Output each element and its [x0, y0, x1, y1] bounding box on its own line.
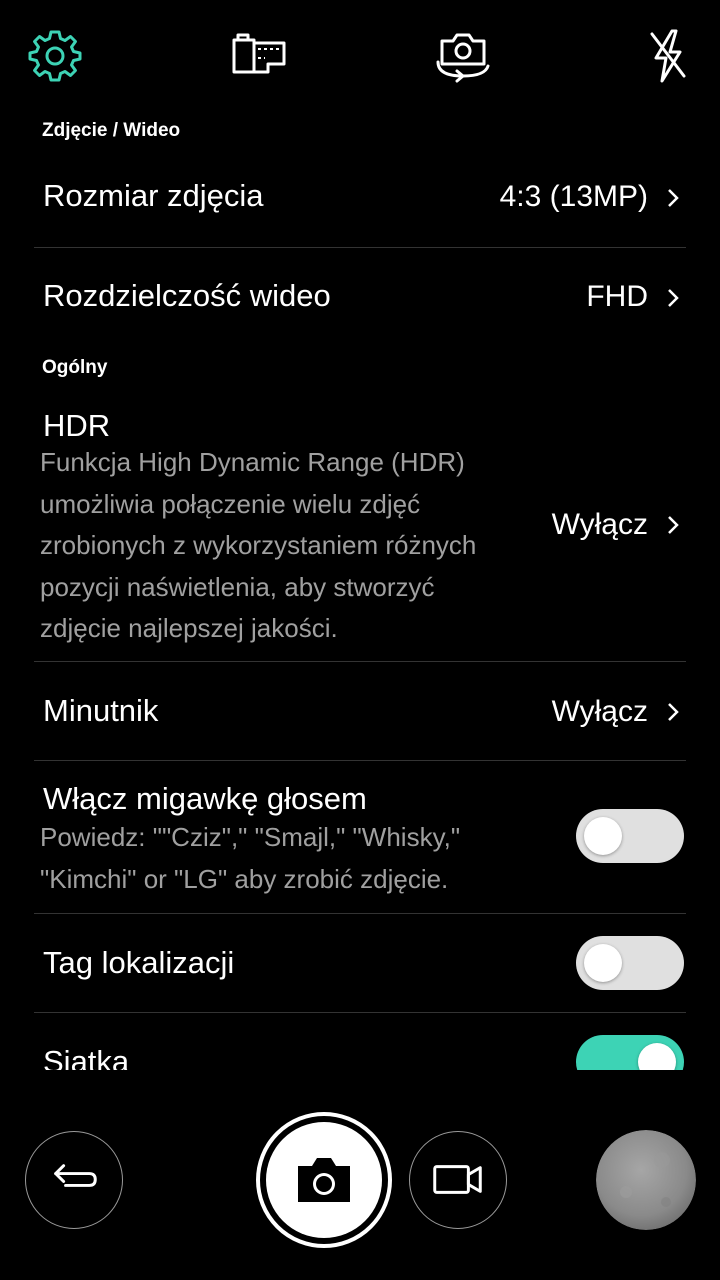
setting-title: HDR — [43, 408, 111, 443]
toggle-knob — [584, 817, 622, 855]
back-icon — [54, 1164, 97, 1187]
setting-value: FHD — [586, 280, 648, 313]
back-button[interactable] — [25, 1131, 123, 1229]
setting-location-tag[interactable]: Tag lokalizacji — [34, 914, 686, 1013]
bottom-controls — [0, 1070, 720, 1280]
video-record-button[interactable] — [409, 1131, 507, 1229]
grid-toggle[interactable] — [576, 1035, 684, 1070]
location-tag-toggle[interactable] — [576, 936, 684, 990]
shutter-inner — [266, 1122, 382, 1238]
setting-title: Rozdzielczość wideo — [43, 278, 331, 313]
setting-description: Powiedz: ""Cziz"," "Smajl," "Whisky," "K… — [40, 822, 461, 894]
setting-photo-size[interactable]: Rozmiar zdjęcia 4:3 (13MP) — [34, 148, 686, 248]
setting-title: Rozmiar zdjęcia — [43, 178, 264, 213]
toggle-knob — [638, 1043, 676, 1070]
setting-title: Włącz migawkę głosem — [43, 781, 367, 816]
chevron-right-icon — [662, 512, 684, 538]
setting-hdr[interactable]: HDR Funkcja High Dynamic Range (HDR) umo… — [34, 386, 686, 662]
video-camera-icon — [433, 1165, 482, 1194]
setting-timer[interactable]: Minutnik Wyłącz — [34, 662, 686, 761]
settings-gear-icon[interactable] — [25, 26, 85, 86]
section-header-general: Ogólny — [42, 357, 108, 378]
chevron-right-icon — [662, 185, 684, 211]
chevron-right-icon — [662, 699, 684, 725]
setting-title: Siatka — [43, 1044, 130, 1070]
shutter-button[interactable] — [256, 1112, 392, 1248]
settings-list[interactable]: Zdjęcie / Wideo Rozmiar zdjęcia 4:3 (13M… — [0, 112, 720, 1070]
voice-shutter-toggle[interactable] — [576, 809, 684, 863]
switch-camera-icon[interactable] — [433, 26, 493, 86]
section-header-photo-video: Zdjęcie / Wideo — [42, 120, 181, 141]
setting-title: Tag lokalizacji — [43, 945, 235, 980]
setting-value: 4:3 (13MP) — [499, 180, 648, 213]
setting-title: Minutnik — [43, 693, 159, 728]
gallery-thumbnail[interactable] — [596, 1130, 696, 1230]
top-toolbar — [0, 0, 720, 112]
film-strip-icon[interactable] — [228, 26, 288, 86]
setting-value: Wyłącz — [551, 695, 648, 728]
setting-grid[interactable]: Siatka — [34, 1013, 686, 1070]
setting-value: Wyłącz — [551, 508, 648, 541]
chevron-right-icon — [662, 285, 684, 311]
toggle-knob — [584, 944, 622, 982]
camera-icon — [298, 1158, 350, 1202]
setting-video-resolution[interactable]: Rozdzielczość wideo FHD — [34, 248, 686, 348]
flash-off-icon[interactable] — [638, 26, 698, 86]
setting-voice-shutter[interactable]: Włącz migawkę głosem Powiedz: ""Cziz"," … — [34, 761, 686, 914]
gallery-preview-image — [596, 1130, 696, 1230]
setting-description: Funkcja High Dynamic Range (HDR) umożliw… — [40, 447, 477, 643]
